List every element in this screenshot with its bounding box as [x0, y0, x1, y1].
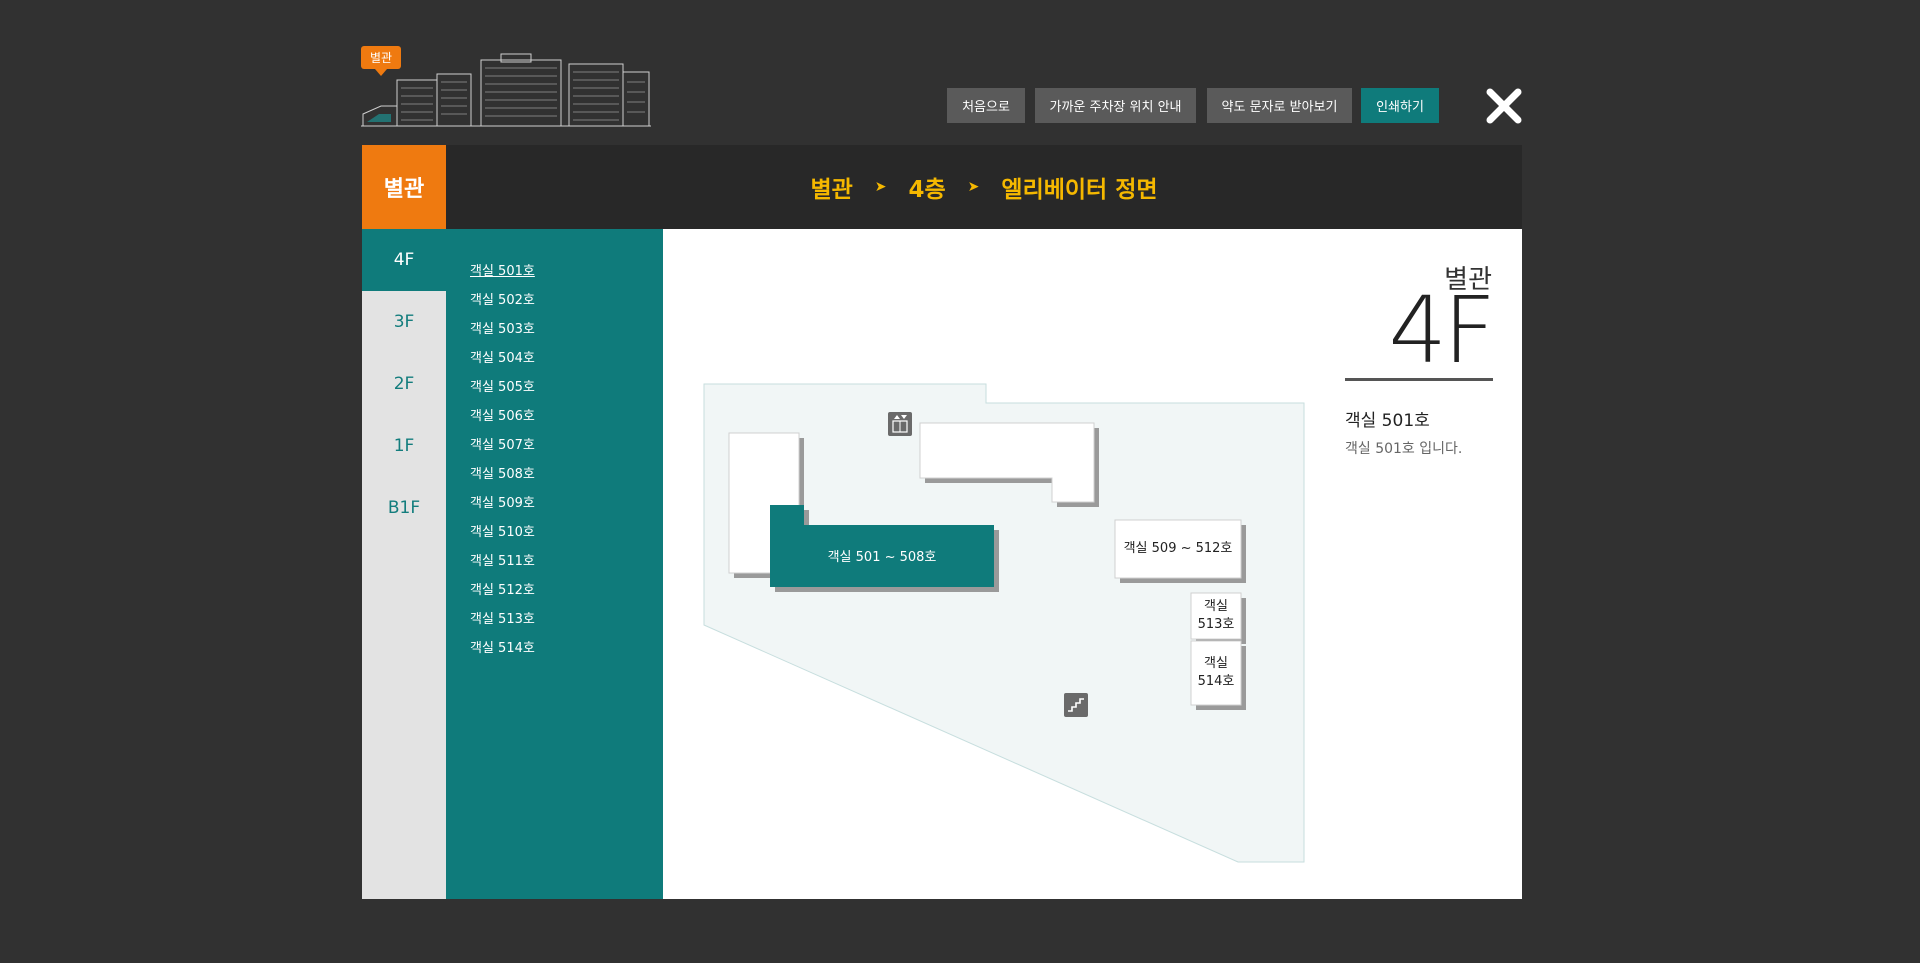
parking-guide-button[interactable]: 가까운 주차장 위치 안내 — [1035, 88, 1196, 123]
map-label-514-line1: 객실 — [1204, 656, 1228, 671]
room-item-501[interactable]: 객실 501호 — [446, 255, 663, 284]
building-logo: 별관 — [361, 46, 651, 127]
building-tab[interactable]: 별관 — [362, 145, 446, 229]
close-icon[interactable] — [1484, 86, 1524, 126]
stairs-icon — [1064, 693, 1088, 717]
room-item-502[interactable]: 객실 502호 — [446, 284, 663, 313]
room-label[interactable]: 객실 509호 — [470, 492, 535, 511]
room-label[interactable]: 객실 507호 — [470, 434, 535, 453]
room-label[interactable]: 객실 503호 — [470, 318, 535, 337]
breadcrumb: 별관 ➤ 4층 ➤ 엘리베이터 정면 — [446, 145, 1522, 229]
room-item-510[interactable]: 객실 510호 — [446, 516, 663, 545]
map-label-513-line2: 513호 — [1197, 617, 1235, 632]
map-label-513[interactable]: 객실 513호 — [1191, 593, 1241, 639]
breadcrumb-location: 엘리베이터 정면 — [1001, 177, 1158, 203]
room-label[interactable]: 객실 502호 — [470, 289, 535, 308]
room-item-505[interactable]: 객실 505호 — [446, 371, 663, 400]
info-description: 객실 501호 입니다. — [1345, 441, 1463, 457]
chevron-right-icon: ➤ — [874, 179, 887, 195]
room-label[interactable]: 객실 501호 — [470, 260, 535, 279]
floor-tab-b1f[interactable]: B1F — [362, 477, 446, 539]
room-list: 객실 501호 객실 502호 객실 503호 객실 504호 객실 505호 … — [446, 229, 663, 899]
floor-guide-panel: 별관 별관 ➤ 4층 ➤ 엘리베이터 정면 4F 3F 2F 1F B1F 객실… — [362, 145, 1522, 899]
floor-tab-1f[interactable]: 1F — [362, 415, 446, 477]
map-label-513-line1: 객실 — [1204, 599, 1228, 614]
building-illustration — [361, 53, 651, 127]
room-label[interactable]: 객실 510호 — [470, 521, 535, 540]
info-divider — [1345, 378, 1493, 381]
room-item-504[interactable]: 객실 504호 — [446, 342, 663, 371]
map-label-501-508[interactable]: 객실 501 ~ 508호 — [770, 529, 994, 587]
panel-header: 별관 별관 ➤ 4층 ➤ 엘리베이터 정면 — [362, 145, 1522, 229]
info-floor: 4F — [1388, 277, 1496, 384]
sms-map-button[interactable]: 약도 문자로 받아보기 — [1207, 88, 1352, 123]
breadcrumb-building: 별관 — [810, 177, 853, 203]
print-button[interactable]: 인쇄하기 — [1361, 88, 1439, 123]
room-item-507[interactable]: 객실 507호 — [446, 429, 663, 458]
room-label[interactable]: 객실 512호 — [470, 579, 535, 598]
room-item-508[interactable]: 객실 508호 — [446, 458, 663, 487]
map-label-514-line2: 514호 — [1197, 674, 1235, 689]
map-label-509-512[interactable]: 객실 509 ~ 512호 — [1115, 520, 1241, 578]
room-item-506[interactable]: 객실 506호 — [446, 400, 663, 429]
room-label[interactable]: 객실 506호 — [470, 405, 535, 424]
room-label[interactable]: 객실 514호 — [470, 637, 535, 656]
chevron-right-icon: ➤ — [967, 179, 980, 195]
room-label[interactable]: 객실 508호 — [470, 463, 535, 482]
room-item-503[interactable]: 객실 503호 — [446, 313, 663, 342]
floor-tab-2f[interactable]: 2F — [362, 353, 446, 415]
room-label[interactable]: 객실 513호 — [470, 608, 535, 627]
info-title: 객실 501호 — [1345, 411, 1430, 431]
floor-map: 객실 501 ~ 508호 객실 509 ~ 512호 객실 513호 객실 5… — [663, 229, 1522, 899]
room-label[interactable]: 객실 504호 — [470, 347, 535, 366]
floor-tab-3f[interactable]: 3F — [362, 291, 446, 353]
room-item-514[interactable]: 객실 514호 — [446, 632, 663, 661]
room-item-513[interactable]: 객실 513호 — [446, 603, 663, 632]
home-button[interactable]: 처음으로 — [947, 88, 1025, 123]
room-label[interactable]: 객실 511호 — [470, 550, 535, 569]
floor-selector: 4F 3F 2F 1F B1F — [362, 229, 446, 899]
breadcrumb-floor: 4층 — [908, 177, 946, 203]
room-label[interactable]: 객실 505호 — [470, 376, 535, 395]
elevator-icon — [888, 412, 912, 436]
floor-tab-4f[interactable]: 4F — [362, 229, 446, 291]
room-item-512[interactable]: 객실 512호 — [446, 574, 663, 603]
map-label-514[interactable]: 객실 514호 — [1191, 641, 1241, 705]
room-item-511[interactable]: 객실 511호 — [446, 545, 663, 574]
room-item-509[interactable]: 객실 509호 — [446, 487, 663, 516]
